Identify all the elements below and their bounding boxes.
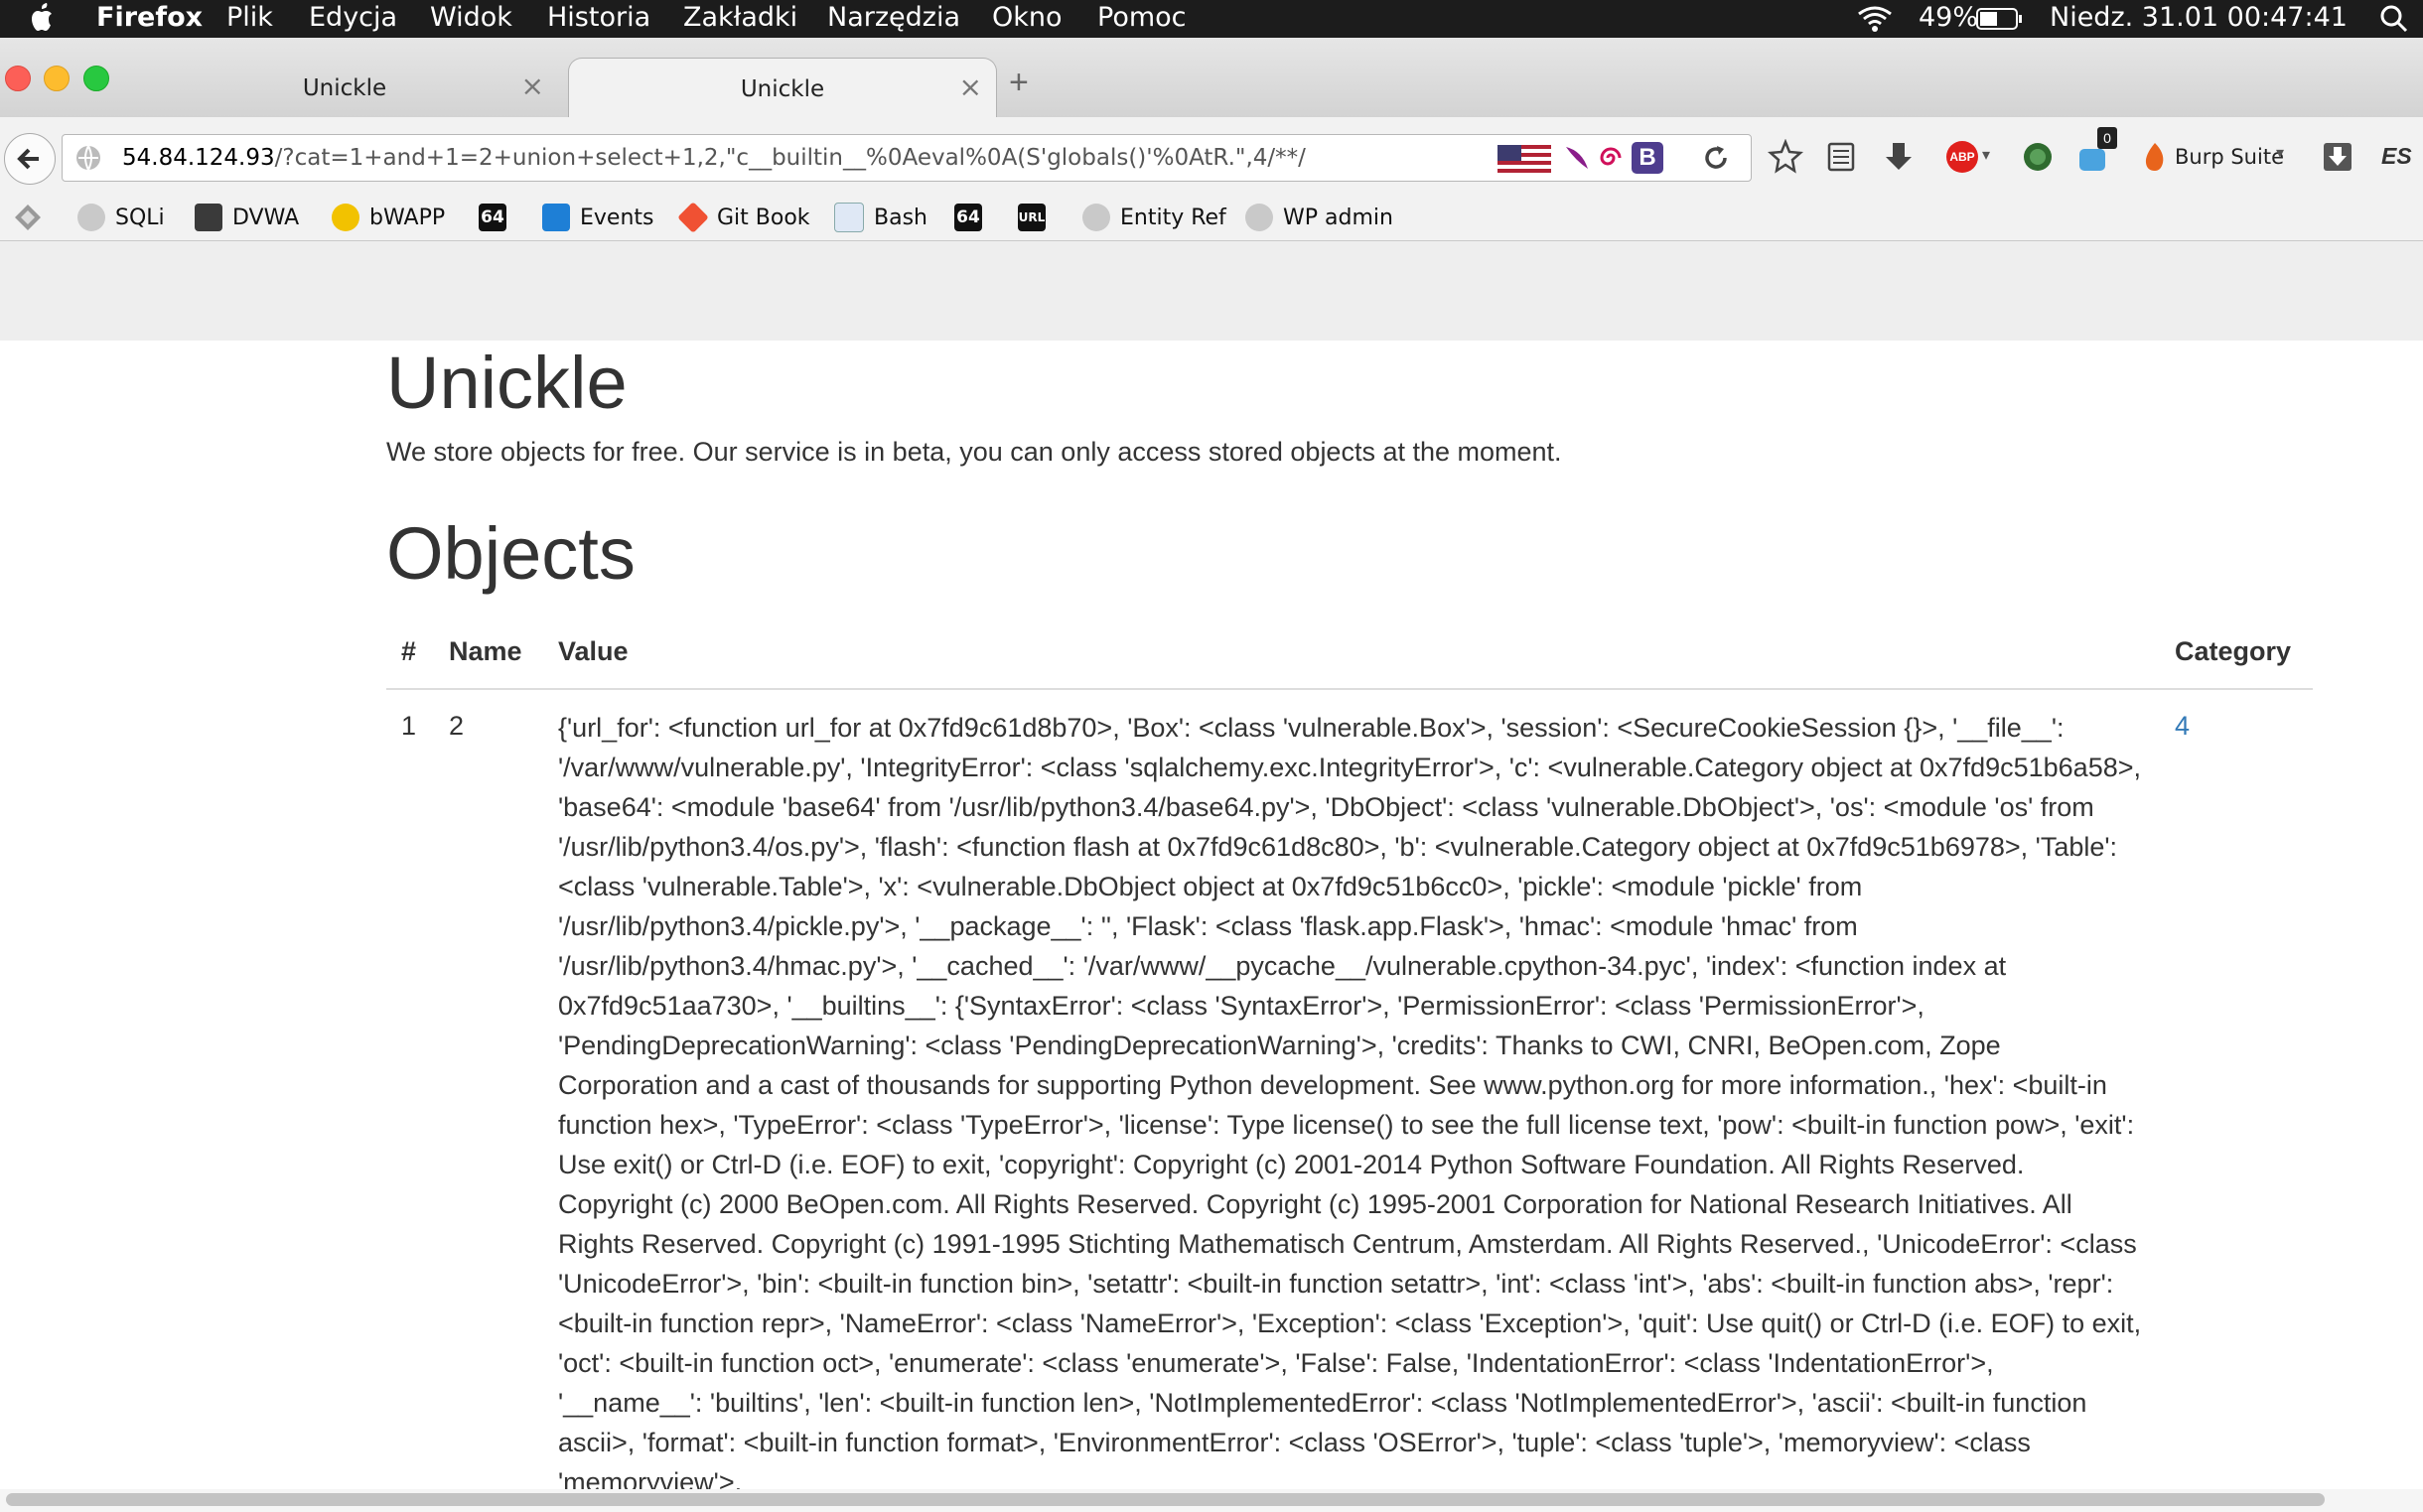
bookmarks-menu-icon[interactable] [12,202,44,233]
adblock-plus-icon[interactable]: ABP [1946,141,1978,173]
bookmark-dvwa[interactable]: DVWA [195,202,299,233]
url-bar[interactable]: 54.84.124.93/?cat=1+and+1=2+union+select… [62,134,1752,182]
bookmark-events[interactable]: Events [542,202,654,233]
menu-pomoc[interactable]: Pomoc [1097,0,1187,38]
wifi-icon[interactable] [1855,4,1895,34]
us-flag-icon[interactable] [1497,145,1551,173]
page-title: Unickle [386,342,628,424]
burp-dropdown-icon[interactable]: ▾ [2276,143,2284,163]
column-header-name: Name [449,636,522,666]
base64-icon: 64 [479,204,506,231]
burp-suite-label[interactable]: Burp Suite [2175,145,2284,169]
tab-unickle-2-active[interactable]: Unickle × [568,58,997,118]
reading-list-icon[interactable] [1823,139,1859,175]
column-header-value: Value [558,636,629,666]
menu-edycja[interactable]: Edycja [309,0,397,38]
url-host: 54.84.124.93 [122,145,275,171]
new-tab-button[interactable]: + [1009,64,1029,102]
bookmark-label: Git Book [717,205,810,230]
tab-unickle-1[interactable]: Unickle × [131,58,558,117]
row-id: 1 [401,711,417,741]
back-arrow-icon [17,148,39,170]
battery-percent: 49% [1919,2,1979,33]
battery-icon[interactable] [1976,7,2024,31]
objects-heading: Objects [386,512,636,595]
globe-icon [1245,204,1273,231]
globe-icon [1082,204,1110,231]
column-header-id: # [401,636,417,666]
menu-plik[interactable]: Plik [226,0,273,38]
bookmark-label: DVWA [232,205,300,230]
row-name: 2 [449,711,465,741]
bookmarks-toolbar: SQLi DVWA bWAPP 64 Events Git Book Bash … [0,195,2423,241]
bookmark-star-icon[interactable] [1768,139,1803,175]
horizontal-scrollbar[interactable] [0,1489,2423,1512]
url-path: /?cat=1+and+1=2+union+select+1,2,"c__bui… [274,145,1306,171]
download-icon[interactable] [1881,139,1917,175]
bookmark-base64-2[interactable]: 64 [954,202,992,233]
url-icon: URL [1018,204,1046,231]
bootstrap-b-icon[interactable]: B [1632,142,1663,174]
bookmark-bwapp[interactable]: bWAPP [332,202,445,233]
scrollbar-thumb[interactable] [6,1493,2325,1506]
bookmark-url[interactable]: URL [1018,202,1056,233]
bookmark-label: Events [580,205,654,230]
bookmark-entity-ref[interactable]: Entity Ref [1082,202,1226,233]
row-category-link[interactable]: 4 [2175,711,2190,742]
menu-okno[interactable]: Okno [992,0,1063,38]
bookmark-label: Bash [874,205,927,230]
globe-icon [77,204,105,231]
save-page-icon[interactable] [2320,139,2355,175]
events-icon [542,204,570,231]
minimize-window-button[interactable] [44,66,70,91]
shield-extension-icon[interactable] [2020,139,2056,175]
bookmark-bash[interactable]: Bash [834,202,927,233]
burp-suite-icon[interactable] [2141,141,2169,173]
git-icon [677,202,709,233]
apple-icon[interactable] [28,1,58,35]
back-button[interactable] [4,133,56,185]
tab-close-icon[interactable]: × [521,69,544,102]
dvwa-icon [195,204,222,231]
bookmark-base64[interactable]: 64 [479,202,516,233]
spiral-icon[interactable] [1596,143,1626,173]
clock[interactable]: Niedz. 31.01 00:47:41 [2050,0,2348,38]
bookmark-label: SQLi [115,205,165,230]
base64-icon: 64 [954,204,982,231]
tab-title: Unickle [302,75,387,101]
dropdown-arrow-icon[interactable]: ▾ [1982,145,1990,165]
menu-widok[interactable]: Widok [430,0,512,38]
navigation-bar: 54.84.124.93/?cat=1+and+1=2+union+select… [0,117,2423,197]
table-header-divider [386,688,2313,690]
page-top-band [0,241,2423,341]
row-value: {'url_for': <function url_for at 0x7fd9c… [558,713,2142,1497]
column-header-category: Category [2175,636,2292,666]
bookmark-wp-admin[interactable]: WP admin [1245,202,1393,233]
site-identity-icon[interactable] [74,144,102,172]
url-text[interactable]: 54.84.124.93/?cat=1+and+1=2+union+select… [122,145,1306,171]
bee-icon [332,204,359,231]
bookmark-label: Entity Ref [1120,205,1226,230]
menu-narzedzia[interactable]: Narzędzia [827,0,960,38]
menu-historia[interactable]: Historia [547,0,650,38]
menu-app-firefox[interactable]: Firefox [96,0,203,38]
bookmark-git-book[interactable]: Git Book [677,202,810,233]
tab-close-icon[interactable]: × [959,70,982,103]
menu-zakladki[interactable]: Zakładki [683,0,797,38]
system-menu-bar: Firefox Plik Edycja Widok Historia Zakła… [0,0,2423,38]
bash-icon [834,203,864,232]
page-content: Unickle We store objects for free. Our s… [0,341,2423,1512]
close-window-button[interactable] [5,66,31,91]
tab-title: Unickle [740,76,825,102]
spotlight-search-icon[interactable] [2379,4,2409,34]
feather-icon[interactable] [1562,143,1592,173]
page-lead: We store objects for free. Our service i… [386,437,1562,467]
es-extension-icon[interactable]: ES [2381,143,2412,170]
bookmark-label: WP admin [1283,205,1393,230]
bookmark-label: bWAPP [369,205,446,230]
zoom-window-button[interactable] [83,66,109,91]
notification-badge: 0 [2097,127,2117,149]
bookmark-sqli[interactable]: SQLi [77,202,165,233]
reload-icon[interactable] [1701,143,1731,173]
